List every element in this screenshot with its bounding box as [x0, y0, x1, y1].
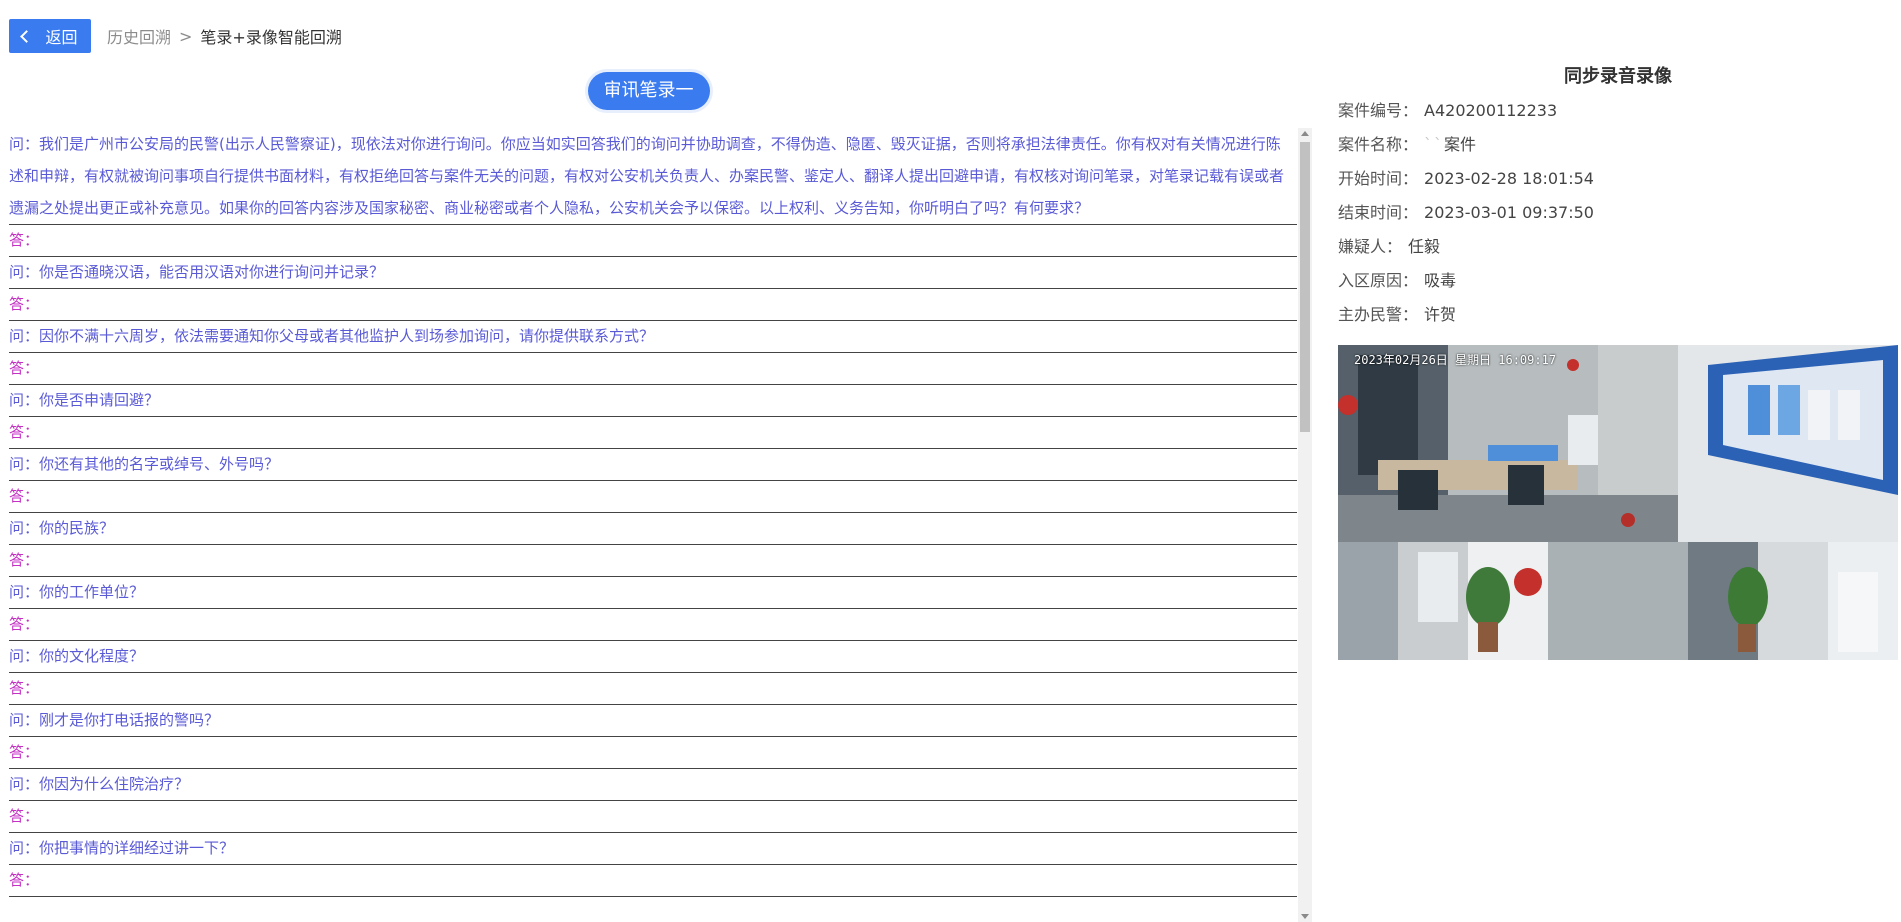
transcript-answer: 答： [9, 289, 1297, 321]
scroll-down-icon[interactable] [1301, 914, 1309, 919]
info-case-no: 案件编号： A420200112233 [1338, 94, 1898, 128]
transcript[interactable]: 问：我们是广州市公安局的民警(出示人民警察证)，现依法对你进行询问。你应当如实回… [9, 128, 1297, 922]
info-end-time: 结束时间： 2023-03-01 09:37:50 [1338, 196, 1898, 230]
page: 返回 历史回溯 > 笔录+录像智能回溯 审讯笔录一 问：我们是广州市公安局的民警… [0, 0, 1901, 922]
info-value: 2023-03-01 09:37:50 [1424, 203, 1594, 222]
info-start-time: 开始时间： 2023-02-28 18:01:54 [1338, 162, 1898, 196]
transcript-question: 问：刚才是你打电话报的警吗？ [9, 705, 1297, 737]
transcript-answer: 答： [9, 225, 1297, 257]
scroll-up-icon[interactable] [1301, 131, 1309, 136]
breadcrumb-separator: > [179, 26, 193, 46]
transcript-question: 问：你是否通晓汉语，能否用汉语对你进行询问并记录？ [9, 257, 1297, 289]
transcript-question: 问：你的民族？ [9, 513, 1297, 545]
info-value: 吸毒 [1424, 271, 1457, 290]
panel-title: 同步录音录像 [1564, 66, 1672, 87]
chevron-left-icon [20, 29, 34, 43]
blurred-text: `` [1424, 135, 1445, 154]
record-tab[interactable]: 审讯笔录一 [587, 72, 710, 110]
transcript-answer: 答： [9, 865, 1297, 897]
transcript-answer: 答： [9, 609, 1297, 641]
topbar: 返回 历史回溯 > 笔录+录像智能回溯 [9, 19, 342, 53]
transcript-question: 问：你的工作单位？ [9, 577, 1297, 609]
breadcrumb-current: 笔录+录像智能回溯 [200, 28, 342, 47]
transcript-question: 问：你还有其他的名字或绰号、外号吗？ [9, 449, 1297, 481]
transcript-answer: 答： [9, 801, 1297, 833]
camera-feed-gap [1548, 542, 1688, 660]
transcript-question: 问：你的文化程度？ [9, 641, 1297, 673]
info-value: 2023-02-28 18:01:54 [1424, 169, 1594, 188]
video-timestamp: 2023年02月26日 星期日 16:09:17 [1354, 353, 1557, 367]
back-button-label: 返回 [45, 28, 78, 47]
info-label: 案件编号： [1338, 101, 1419, 120]
info-label: 开始时间： [1338, 169, 1419, 188]
info-value: 许贺 [1424, 305, 1457, 324]
breadcrumb-history[interactable]: 历史回溯 [107, 24, 171, 48]
info-suspect: 嫌疑人： 任毅 [1338, 230, 1898, 264]
camera-feed-right [1688, 542, 1898, 660]
info-label: 入区原因： [1338, 271, 1419, 290]
camera-feed-left [1338, 542, 1548, 660]
info-value: ``案件 [1424, 128, 1476, 162]
transcript-answer: 答： [9, 417, 1297, 449]
info-label: 案件名称： [1338, 135, 1419, 154]
case-name-suffix: 案件 [1444, 135, 1477, 154]
record-tab-wrap: 审讯笔录一 [0, 72, 1297, 110]
transcript-scrollbar[interactable] [1298, 128, 1312, 922]
info-case-name: 案件名称： ``案件 [1338, 128, 1898, 162]
breadcrumb: 历史回溯 > 笔录+录像智能回溯 [107, 24, 342, 48]
recording-panel: 同步录音录像 案件编号： A420200112233 案件名称： ``案件 开始… [1338, 60, 1898, 660]
transcript-answer: 答： [9, 673, 1297, 705]
transcript-intro: 问：我们是广州市公安局的民警(出示人民警察证)，现依法对你进行询问。你应当如实回… [9, 128, 1297, 225]
info-label: 主办民警： [1338, 305, 1419, 324]
info-officer: 主办民警： 许贺 [1338, 298, 1898, 332]
camera-feed-main [1338, 345, 1898, 542]
transcript-lines: 答： 问：你是否通晓汉语，能否用汉语对你进行询问并记录？ 答： 问：因你不满十六周岁，… [9, 225, 1297, 897]
back-button[interactable]: 返回 [9, 19, 91, 53]
transcript-question: 问：你是否申请回避？ [9, 385, 1297, 417]
info-value: 任毅 [1408, 237, 1441, 256]
video-player[interactable]: 2023年02月26日 星期日 16:09:17 [1338, 345, 1898, 660]
transcript-question: 问：你因为什么住院治疗？ [9, 769, 1297, 801]
transcript-question: 问：因你不满十六周岁，依法需要通知你父母或者其他监护人到场参加询问，请你提供联系… [9, 321, 1297, 353]
transcript-answer: 答： [9, 353, 1297, 385]
info-reason: 入区原因： 吸毒 [1338, 264, 1898, 298]
transcript-answer: 答： [9, 545, 1297, 577]
transcript-answer: 答： [9, 737, 1297, 769]
info-value: A420200112233 [1424, 101, 1558, 120]
info-label: 结束时间： [1338, 203, 1419, 222]
info-label: 嫌疑人： [1338, 237, 1403, 256]
transcript-question: 问：你把事情的详细经过讲一下？ [9, 833, 1297, 865]
scroll-thumb[interactable] [1300, 142, 1310, 432]
transcript-answer: 答： [9, 481, 1297, 513]
